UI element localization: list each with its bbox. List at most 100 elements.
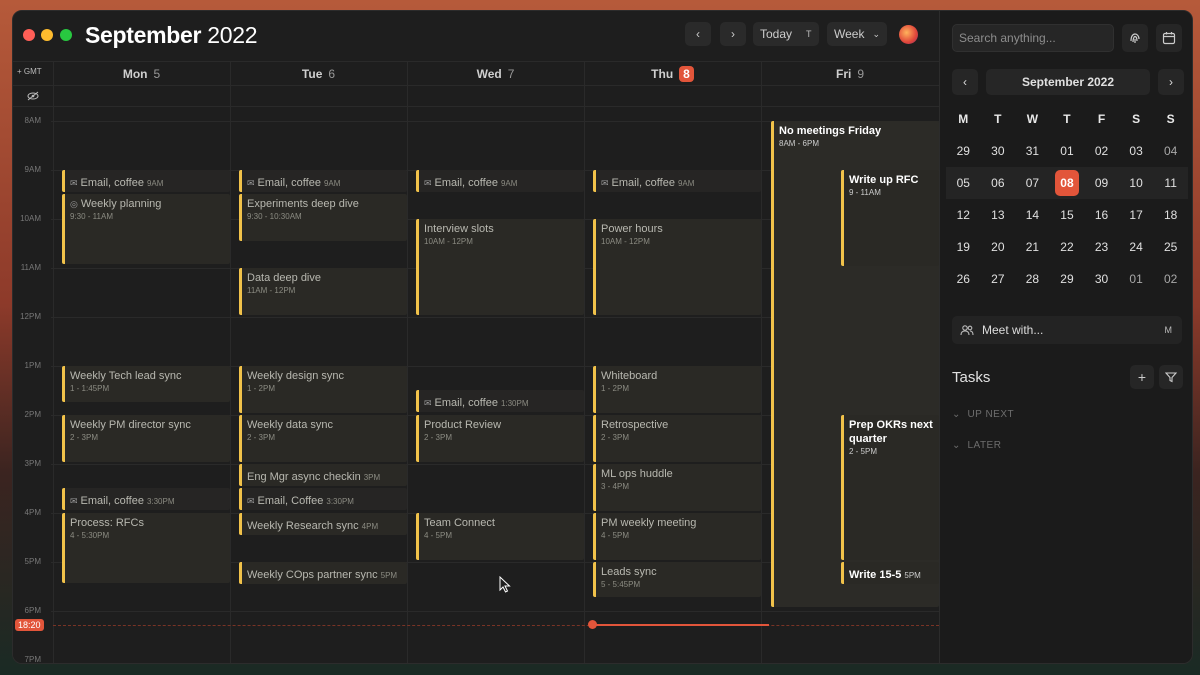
date-cell[interactable]: 20: [981, 240, 1016, 254]
task-section-later[interactable]: ⌄ LATER: [952, 440, 1001, 451]
event-design-sync[interactable]: Weekly design sync 1 - 2PM: [239, 366, 407, 413]
date-cell[interactable]: 16: [1084, 208, 1119, 222]
date-cell[interactable]: 28: [1015, 272, 1050, 286]
avatar[interactable]: [899, 25, 918, 44]
date-cell[interactable]: 30: [981, 144, 1016, 158]
date-cell[interactable]: 24: [1119, 240, 1154, 254]
date-cell[interactable]: 25: [1153, 240, 1188, 254]
date-cell[interactable]: 29: [946, 144, 981, 158]
timezone-toggle[interactable]: + GMT: [17, 67, 42, 76]
event-process-rfcs[interactable]: Process: RFCs 4 - 5:30PM: [62, 513, 230, 583]
date-cell[interactable]: 19: [946, 240, 981, 254]
date-cell[interactable]: 03: [1119, 144, 1154, 158]
event-time: 5PM: [380, 571, 398, 580]
event-write-15-5[interactable]: Write 15-5 5PM: [841, 562, 939, 584]
event-email-coffee[interactable]: ✉ Email, coffee 9AM: [593, 170, 761, 192]
today-button[interactable]: Today T: [753, 22, 819, 46]
day-header-mon[interactable]: Mon 5: [53, 62, 230, 86]
fingerprint-button[interactable]: [1122, 24, 1148, 52]
event-whiteboard[interactable]: Whiteboard 1 - 2PM: [593, 366, 761, 413]
date-cell[interactable]: 09: [1084, 176, 1119, 190]
event-ml-ops-huddle[interactable]: ML ops huddle 3 - 4PM: [593, 464, 761, 511]
time-grid[interactable]: 8AM 9AM 10AM 11AM 12PM 1PM 2PM 3PM 4PM 5…: [13, 61, 939, 663]
date-cell[interactable]: 13: [981, 208, 1016, 222]
event-weekly-planning[interactable]: ◎ Weekly planning 9:30 - 11AM: [62, 194, 230, 264]
date-cell[interactable]: 11: [1153, 176, 1188, 190]
filter-tasks-button[interactable]: [1159, 365, 1183, 389]
event-power-hours[interactable]: Power hours 10AM - 12PM: [593, 219, 761, 315]
zoom-window-button[interactable]: [60, 29, 72, 41]
event-research-sync[interactable]: Weekly Research sync 4PM: [239, 513, 407, 535]
date-cell[interactable]: 02: [1153, 272, 1188, 286]
search-input[interactable]: [952, 24, 1114, 52]
meet-with-button[interactable]: Meet with... M: [952, 316, 1182, 344]
event-email-coffee[interactable]: ✉ Email, coffee 9AM: [416, 170, 584, 192]
event-experiments-deep-dive[interactable]: Experiments deep dive 9:30 - 10:30AM: [239, 194, 407, 241]
event-prep-okrs[interactable]: Prep OKRs next quarter 2 - 5PM: [841, 415, 939, 560]
date-cell[interactable]: 29: [1050, 272, 1085, 286]
event-eng-mgr-checkin[interactable]: Eng Mgr async checkin 3PM: [239, 464, 407, 486]
close-window-button[interactable]: [23, 29, 35, 41]
event-time: 2 - 3PM: [70, 433, 99, 442]
event-pm-weekly-meeting[interactable]: PM weekly meeting 4 - 5PM: [593, 513, 761, 560]
date-cell[interactable]: 23: [1084, 240, 1119, 254]
eye-off-icon[interactable]: [27, 91, 39, 101]
event-write-up-rfc[interactable]: Write up RFC 9 - 11AM: [841, 170, 939, 266]
mini-next-month-button[interactable]: ›: [1158, 69, 1184, 95]
date-cell[interactable]: 07: [1015, 176, 1050, 190]
event-data-sync[interactable]: Weekly data sync 2 - 3PM: [239, 415, 407, 462]
date-cell[interactable]: 02: [1084, 144, 1119, 158]
date-cell[interactable]: 18: [1153, 208, 1188, 222]
date-cell[interactable]: 04: [1153, 144, 1188, 158]
event-retrospective[interactable]: Retrospective 2 - 3PM: [593, 415, 761, 462]
date-cell[interactable]: 15: [1050, 208, 1085, 222]
day-header-tue[interactable]: Tue 6: [230, 62, 407, 86]
date-cell[interactable]: 31: [1015, 144, 1050, 158]
mini-calendar-title[interactable]: September 2022: [986, 69, 1150, 95]
weekday-label: S: [1166, 112, 1175, 126]
date-cell-today[interactable]: 08: [1050, 170, 1085, 196]
date-cell[interactable]: 01: [1119, 272, 1154, 286]
event-time: 2 - 3PM: [601, 433, 630, 442]
mini-prev-month-button[interactable]: ‹: [952, 69, 978, 95]
title-year: 2022: [207, 22, 258, 48]
minimize-window-button[interactable]: [41, 29, 53, 41]
hour-label: 5PM: [24, 557, 41, 566]
date-cell[interactable]: 05: [946, 176, 981, 190]
date-cell[interactable]: 26: [946, 272, 981, 286]
event-cops-partner-sync[interactable]: Weekly COps partner sync 5PM: [239, 562, 407, 584]
all-day-row[interactable]: [13, 85, 939, 107]
event-email-coffee[interactable]: ✉ Email, coffee 1:30PM: [416, 390, 584, 412]
task-section-up-next[interactable]: ⌄ UP NEXT: [952, 409, 1014, 420]
date-cell[interactable]: 30: [1084, 272, 1119, 286]
date-cell[interactable]: 01: [1050, 144, 1085, 158]
grid-divider: [53, 61, 54, 663]
event-product-review[interactable]: Product Review 2 - 3PM: [416, 415, 584, 462]
date-cell[interactable]: 12: [946, 208, 981, 222]
add-task-button[interactable]: +: [1130, 365, 1154, 389]
event-data-deep-dive[interactable]: Data deep dive 11AM - 12PM: [239, 268, 407, 315]
date-cell[interactable]: 14: [1015, 208, 1050, 222]
event-tech-lead-sync[interactable]: Weekly Tech lead sync 1 - 1:45PM: [62, 366, 230, 402]
event-interview-slots[interactable]: Interview slots 10AM - 12PM: [416, 219, 584, 315]
date-cell[interactable]: 17: [1119, 208, 1154, 222]
date-cell[interactable]: 21: [1015, 240, 1050, 254]
day-header-thu[interactable]: Thu 8: [584, 62, 761, 86]
calendar-button[interactable]: [1156, 24, 1182, 52]
event-pm-director-sync[interactable]: Weekly PM director sync 2 - 3PM: [62, 415, 230, 462]
event-team-connect[interactable]: Team Connect 4 - 5PM: [416, 513, 584, 560]
day-header-wed[interactable]: Wed 7: [407, 62, 584, 86]
date-cell[interactable]: 10: [1119, 176, 1154, 190]
view-selector[interactable]: Week ⌄: [827, 22, 887, 46]
date-cell[interactable]: 06: [981, 176, 1016, 190]
event-leads-sync[interactable]: Leads sync 5 - 5:45PM: [593, 562, 761, 597]
day-header-fri[interactable]: Fri 9: [761, 62, 939, 86]
event-email-coffee[interactable]: ✉ Email, coffee 3:30PM: [62, 488, 230, 510]
date-cell[interactable]: 22: [1050, 240, 1085, 254]
next-week-button[interactable]: ›: [720, 22, 746, 46]
previous-week-button[interactable]: ‹: [685, 22, 711, 46]
event-email-coffee[interactable]: ✉ Email, coffee 9AM: [62, 170, 230, 192]
event-email-coffee[interactable]: ✉ Email, Coffee 3:30PM: [239, 488, 407, 510]
date-cell[interactable]: 27: [981, 272, 1016, 286]
event-email-coffee[interactable]: ✉ Email, coffee 9AM: [239, 170, 407, 192]
